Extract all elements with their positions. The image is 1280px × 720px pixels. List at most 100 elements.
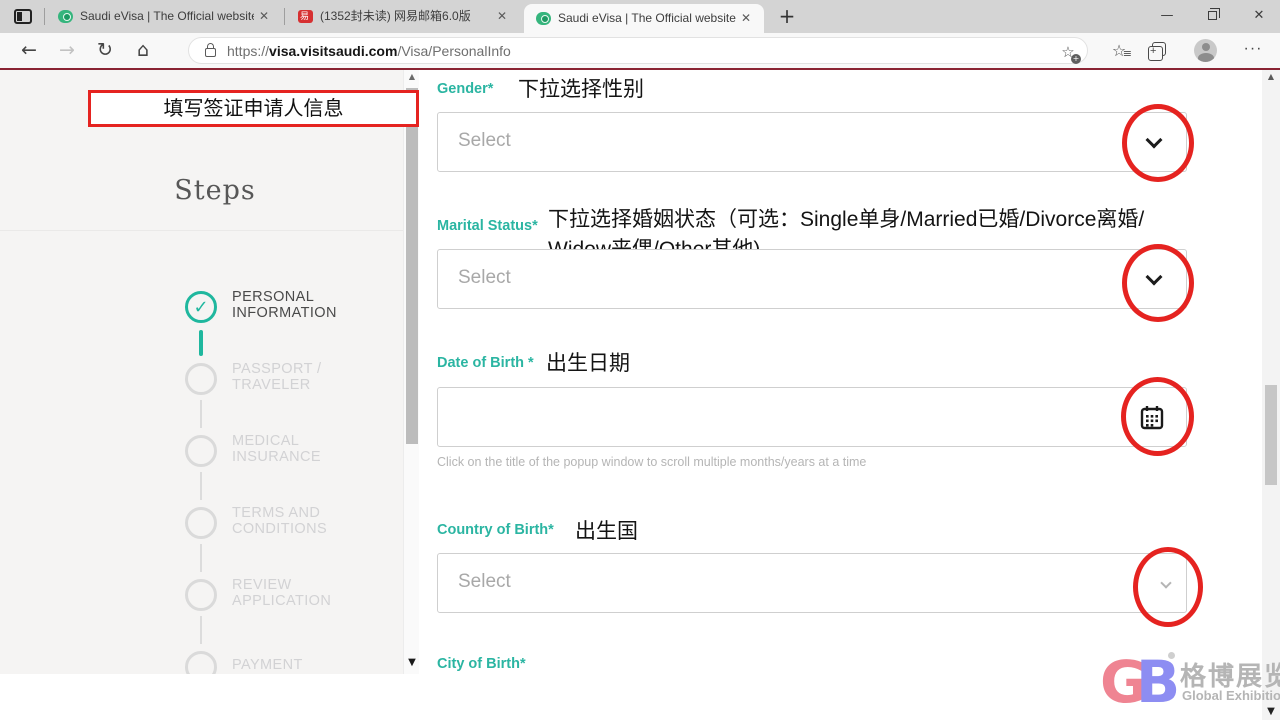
dob-helper-text: Click on the title of the popup window t… xyxy=(437,455,866,469)
step-line: TERMS AND xyxy=(232,505,327,521)
step-line: REVIEW xyxy=(232,577,331,593)
gender-annotation: 下拉选择性别 xyxy=(518,73,644,103)
favorites-bar-icon[interactable]: ☆ xyxy=(1104,36,1134,65)
date-of-birth-input[interactable] xyxy=(437,387,1187,447)
city-of-birth-label: City of Birth* xyxy=(437,656,526,672)
step-medical-insurance[interactable]: MEDICAL INSURANCE xyxy=(232,433,321,465)
tab-title: Saudi eVisa | The Official website xyxy=(558,4,736,33)
scroll-up-icon[interactable]: ▲ xyxy=(404,72,420,81)
address-bar[interactable]: https://visa.visitsaudi.com/Visa/Persona… xyxy=(188,37,1088,64)
netease-mail-favicon xyxy=(298,10,313,23)
select-placeholder: Select xyxy=(458,267,511,289)
step-line: TRAVELER xyxy=(232,377,321,393)
annotation-title-box: 填写签证申请人信息 xyxy=(88,90,419,127)
select-placeholder: Select xyxy=(458,571,511,593)
minimize-button[interactable]: — xyxy=(1148,0,1186,32)
browser-toolbar: ← → ↻ ⌂ https://visa.visitsaudi.com/Visa… xyxy=(0,33,1280,68)
tab-bar: Saudi eVisa | The Official website ✕ (13… xyxy=(0,0,1280,33)
evisa-favicon xyxy=(58,10,73,23)
tab-saudi-evisa-1[interactable]: Saudi eVisa | The Official website ✕ xyxy=(46,0,282,33)
select-placeholder: Select xyxy=(458,130,511,152)
step-line: INSURANCE xyxy=(232,449,321,465)
gender-label: Gender* xyxy=(437,81,493,97)
url-text: https://visa.visitsaudi.com/Visa/Persona… xyxy=(227,38,511,64)
step-circle-medical-insurance[interactable] xyxy=(185,435,217,467)
step-personal-information[interactable]: PERSONAL INFORMATION xyxy=(232,289,337,321)
annotation-circle-country xyxy=(1133,547,1203,627)
step-circle-review-application[interactable] xyxy=(185,579,217,611)
profile-avatar[interactable] xyxy=(1194,39,1217,62)
step-connector xyxy=(200,544,202,572)
dob-annotation: 出生日期 xyxy=(546,347,630,377)
step-line: CONDITIONS xyxy=(232,521,327,537)
step-connector xyxy=(200,400,202,428)
step-line: MEDICAL xyxy=(232,433,321,449)
step-circle-payment[interactable] xyxy=(185,651,217,674)
step-circle-passport-traveler[interactable] xyxy=(185,363,217,395)
url-path: /Visa/PersonalInfo xyxy=(397,43,510,59)
settings-menu-icon[interactable]: ··· xyxy=(1238,36,1268,65)
close-tab-icon[interactable]: ✕ xyxy=(492,0,512,33)
restore-icon xyxy=(1208,11,1217,20)
forward-button[interactable]: → xyxy=(52,36,82,65)
scroll-down-icon[interactable]: ▼ xyxy=(404,657,420,668)
date-of-birth-label: Date of Birth * xyxy=(437,355,534,371)
home-button[interactable]: ⌂ xyxy=(128,36,158,65)
country-annotation: 出生国 xyxy=(575,515,638,545)
tab-actions-icon[interactable] xyxy=(14,9,32,24)
step-line: PERSONAL xyxy=(232,289,337,305)
step-line: PASSPORT / xyxy=(232,361,321,377)
url-scheme: https:// xyxy=(227,43,269,59)
marital-status-label: Marital Status* xyxy=(437,218,538,234)
step-circle-personal-information[interactable]: ✓ xyxy=(185,291,217,323)
step-passport-traveler[interactable]: PASSPORT / TRAVELER xyxy=(232,361,321,393)
annotation-circle-dob xyxy=(1121,377,1194,456)
step-circle-terms-conditions[interactable] xyxy=(185,507,217,539)
marital-annotation-line1: 下拉选择婚姻状态（可选：Single单身/Married已婚/Divorce离婚… xyxy=(548,203,1144,233)
step-review-application[interactable]: REVIEW APPLICATION xyxy=(232,577,331,609)
restore-button[interactable] xyxy=(1194,0,1232,32)
scrollbar-thumb[interactable] xyxy=(1265,385,1277,485)
url-host: visa.visitsaudi.com xyxy=(269,43,397,59)
close-tab-icon[interactable]: ✕ xyxy=(254,0,274,33)
close-tab-icon[interactable]: ✕ xyxy=(736,4,756,33)
sidebar-divider xyxy=(0,230,403,231)
scroll-down-icon[interactable]: ▼ xyxy=(1262,706,1280,717)
step-connector xyxy=(200,616,202,644)
step-terms-conditions[interactable]: TERMS AND CONDITIONS xyxy=(232,505,327,537)
tab-saudi-evisa-active[interactable]: Saudi eVisa | The Official website ✕ xyxy=(524,4,764,33)
scroll-up-icon[interactable]: ▲ xyxy=(1262,72,1280,81)
steps-title: Steps xyxy=(110,175,320,206)
country-of-birth-select[interactable]: Select xyxy=(437,553,1187,613)
watermark-dot-icon xyxy=(1168,652,1175,659)
step-line: APPLICATION xyxy=(232,593,331,609)
tab-separator xyxy=(284,8,285,25)
tab-netease-mail[interactable]: (1352封未读) 网易邮箱6.0版 ✕ xyxy=(286,0,520,33)
back-button[interactable]: ← xyxy=(14,36,44,65)
new-tab-button[interactable]: + xyxy=(774,5,800,29)
evisa-favicon xyxy=(536,12,551,25)
page-scrollbar[interactable]: ▲ ▼ xyxy=(403,70,419,674)
collections-icon[interactable] xyxy=(1152,42,1166,56)
marital-status-select[interactable]: Select xyxy=(437,249,1187,309)
check-icon: ✓ xyxy=(193,297,208,318)
annotation-circle-gender xyxy=(1122,104,1194,182)
watermark-en-text: Global Exhibition xyxy=(1182,688,1280,703)
add-favorite-icon[interactable]: ☆ xyxy=(1058,42,1078,62)
browser-window: Saudi eVisa | The Official website ✕ (13… xyxy=(0,0,1280,720)
close-window-button[interactable]: ✕ xyxy=(1240,0,1278,32)
scrollbar-thumb[interactable] xyxy=(406,88,418,444)
country-of-birth-label: Country of Birth* xyxy=(437,522,554,538)
lock-icon xyxy=(205,48,216,57)
refresh-button[interactable]: ↻ xyxy=(90,36,120,65)
browser-scrollbar[interactable]: ▲ ▼ xyxy=(1262,70,1280,720)
steps-sidebar: Steps ✓ PERSONAL INFORMATION PASSPORT / … xyxy=(0,70,403,674)
step-line: INFORMATION xyxy=(232,305,337,321)
step-connector xyxy=(199,330,203,356)
step-payment[interactable]: PAYMENT xyxy=(232,657,303,673)
step-connector xyxy=(200,472,202,500)
annotation-circle-marital xyxy=(1122,244,1194,322)
gender-select[interactable]: Select xyxy=(437,112,1187,172)
tab-separator xyxy=(44,8,45,25)
step-line: PAYMENT xyxy=(232,657,303,673)
